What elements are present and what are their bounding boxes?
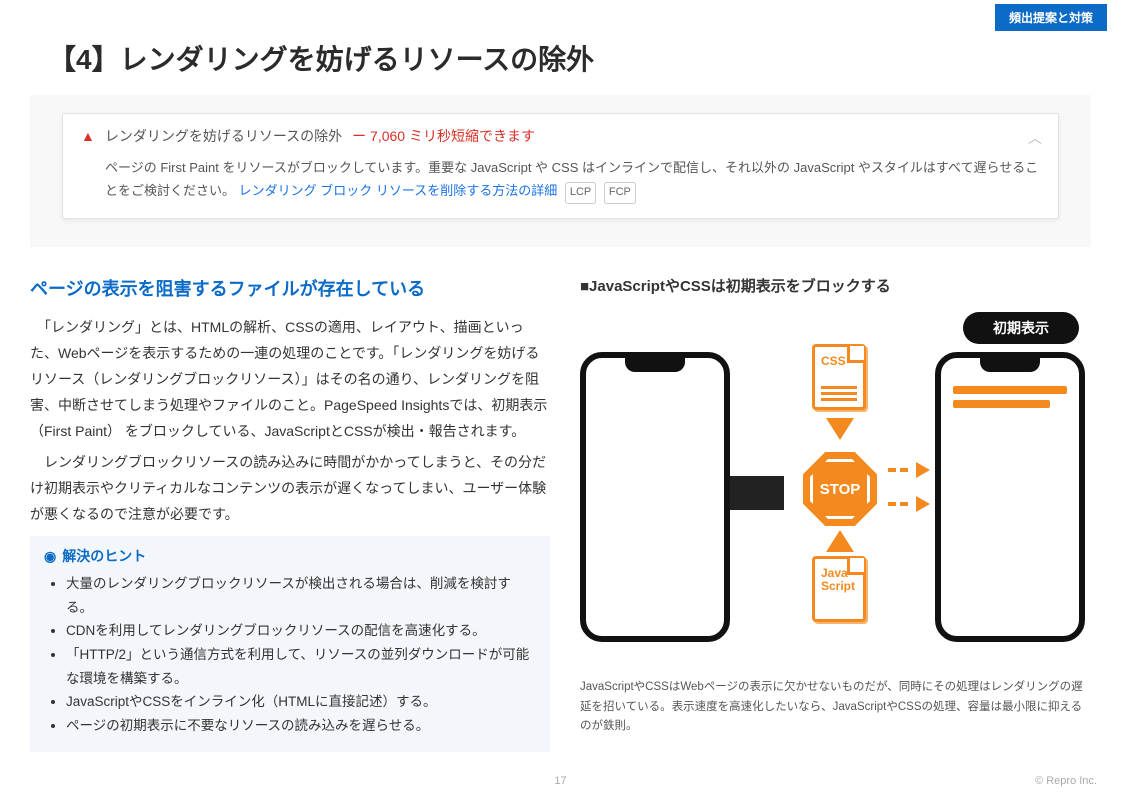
diagram-heading: ■JavaScriptやCSSは初期表示をブロックする [580,275,1091,296]
page-number: 17 [554,775,566,787]
category-tag: 頻出提案と対策 [995,4,1107,31]
js-label: Java Script [821,567,855,593]
fcp-badge: FCP [604,182,636,204]
paragraph-1: 「レンダリング」とは、HTMLの解析、CSSの適用、レイアウト、描画といった、W… [30,315,550,444]
page-title: 【4】レンダリングを妨げるリソースの除外 [48,38,594,78]
chevron-up-icon[interactable]: ︿ [1028,128,1042,148]
arrow-down-icon [826,418,854,440]
rendering-diagram: 初期表示 CSS STOP Java Script [580,312,1091,672]
alert-card: ▲ レンダリングを妨げるリソースの除外 ー 7,060 ミリ秒短縮できます ︿ … [62,113,1059,219]
section-subhead: ページの表示を阻害するファイルが存在している [30,275,550,301]
pagespeed-alert: ▲ レンダリングを妨げるリソースの除外 ー 7,060 ミリ秒短縮できます ︿ … [30,95,1091,247]
stop-text: STOP [810,459,870,519]
initial-display-label: 初期表示 [963,312,1079,344]
left-column: ページの表示を阻害するファイルが存在している 「レンダリング」とは、HTMLの解… [30,275,550,753]
phone-rendered-icon [935,352,1085,642]
hint-item: CDNを利用してレンダリングブロックリソースの配信を高速化する。 [66,619,536,643]
diagram-caption: JavaScriptやCSSはWebページの表示に欠かせないものだが、同時にその… [580,678,1091,737]
phone-blank-icon [580,352,730,642]
hint-title: ◉ 解決のヒント [44,546,536,566]
hint-item: JavaScriptやCSSをインライン化（HTMLに直接記述）する。 [66,690,536,714]
arrow-up-icon [826,530,854,552]
css-file-icon: CSS [812,344,866,410]
hint-list: 大量のレンダリングブロックリソースが検出される場合は、削減を検討する。 CDNを… [44,572,536,737]
warning-icon: ▲ [81,128,95,144]
dashed-arrow-icon [886,462,930,516]
lcp-badge: LCP [565,182,596,204]
copyright: © Repro Inc. [1035,775,1097,787]
hint-item: 「HTTP/2」という通信方式を利用して、リソースの並列ダウンロードが可能な環境… [66,643,536,690]
js-file-icon: Java Script [812,556,866,622]
alert-description: ページの First Paint をリソースがブロックしています。重要な Jav… [81,156,1040,204]
alert-link[interactable]: レンダリング ブロック リソースを削除する方法の詳細 [239,183,558,198]
css-label: CSS [821,355,846,368]
alert-savings: ー 7,060 ミリ秒短縮できます [352,126,535,146]
alert-heading: レンダリングを妨げるリソースの除外 [105,126,342,146]
hint-item: 大量のレンダリングブロックリソースが検出される場合は、削減を検討する。 [66,572,536,619]
hint-item: ページの初期表示に不要なリソースの読み込みを遅らせる。 [66,714,536,738]
dark-bar-icon [730,476,784,510]
stop-sign-icon: STOP [803,452,877,526]
hint-box: ◉ 解決のヒント 大量のレンダリングブロックリソースが検出される場合は、削減を検… [30,536,550,751]
hint-title-text: 解決のヒント [62,546,146,566]
paragraph-2: レンダリングブロックリソースの読み込みに時間がかかってしまうと、その分だけ初期表… [30,450,550,528]
bulb-icon: ◉ [44,548,56,565]
right-column: ■JavaScriptやCSSは初期表示をブロックする 初期表示 CSS STO… [580,275,1091,753]
